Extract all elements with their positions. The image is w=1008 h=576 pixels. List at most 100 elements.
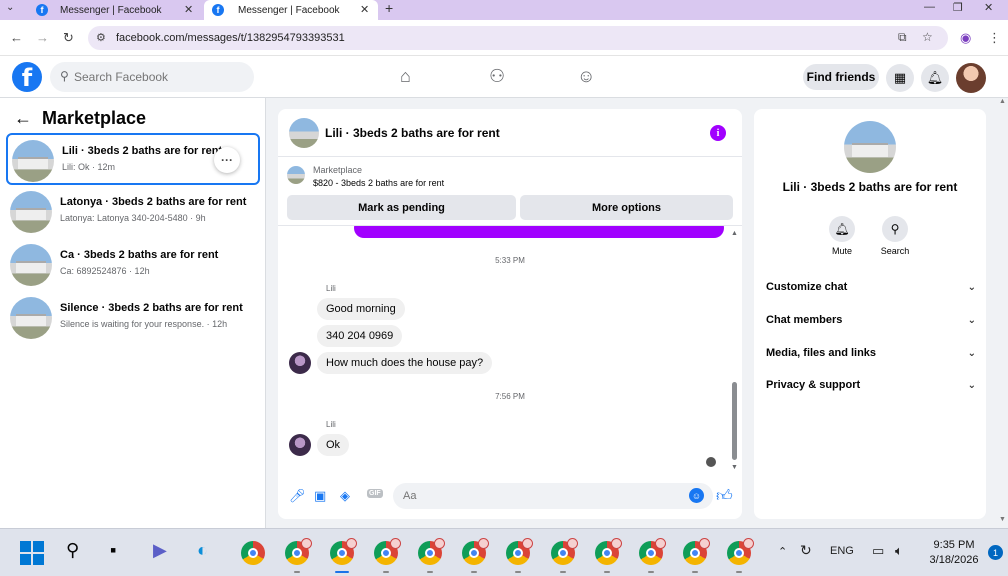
info-icon[interactable]: i — [710, 125, 726, 141]
page-scrollbar[interactable]: ▲ ▼ — [998, 98, 1008, 528]
sender-avatar[interactable] — [289, 352, 311, 374]
conversation-item[interactable]: Latonya · 3beds 2 baths are for rent Lat… — [6, 186, 260, 238]
facebook-search[interactable]: ⚲ — [50, 62, 254, 92]
chrome-profile-icon[interactable] — [462, 538, 489, 573]
emoji-icon[interactable]: ☺ — [689, 488, 704, 503]
search-input[interactable] — [74, 66, 244, 88]
chrome-profile-icon[interactable] — [374, 538, 401, 573]
thumbs-up-icon[interactable]: 👍︎ — [716, 487, 733, 506]
chrome-profile-icon[interactable] — [330, 538, 357, 573]
scroll-up-arrow-icon[interactable]: ▲ — [999, 98, 1006, 105]
chat-members-section[interactable]: Chat members ⌄ — [766, 308, 976, 332]
chevron-down-icon: ⌄ — [967, 379, 976, 391]
listing-thumbnail[interactable] — [844, 121, 896, 173]
minimize-icon[interactable]: — — [924, 1, 935, 13]
more-options-icon[interactable]: ··· — [214, 147, 240, 173]
chrome-profile-icon[interactable] — [418, 538, 445, 573]
facebook-logo-icon[interactable]: f — [12, 62, 42, 92]
chrome-profile-icon[interactable] — [285, 538, 312, 573]
home-icon[interactable]: ⌂ — [400, 66, 411, 87]
photo-icon[interactable]: ▣ — [314, 488, 326, 504]
show-hidden-icons-chevron-icon[interactable]: ⌃ — [778, 545, 787, 558]
bookmark-star-icon[interactable]: ☆ — [922, 30, 933, 44]
language-indicator[interactable]: ENG — [830, 545, 854, 557]
conversation-item[interactable]: Ca · 3beds 2 baths are for rent Ca: 6892… — [6, 239, 260, 291]
bell-icon[interactable]: 🔔︎ — [829, 216, 855, 242]
close-tab-icon[interactable]: ✕ — [360, 3, 369, 16]
volume-icon[interactable]: 🔈︎ — [895, 543, 903, 559]
privacy-support-section[interactable]: Privacy & support ⌄ — [766, 373, 976, 397]
find-friends-button[interactable]: Find friends — [803, 64, 879, 90]
received-message-bubble[interactable]: Good morning — [317, 298, 405, 320]
chrome-profile-icon[interactable] — [639, 538, 666, 573]
chrome-profile-icon[interactable] — [727, 538, 754, 573]
more-options-button[interactable]: More options — [520, 195, 733, 220]
browser-tab-2[interactable]: f Messenger | Facebook ✕ — [204, 0, 378, 20]
back-arrow-icon[interactable]: ← — [14, 108, 32, 129]
browser-menu-icon[interactable]: ⋮ — [988, 30, 1001, 46]
scroll-up-arrow-icon[interactable]: ▲ — [731, 230, 738, 237]
reload-icon[interactable]: ↻ — [63, 30, 74, 46]
chat-title[interactable]: Lili · 3beds 2 baths are for rent — [325, 126, 500, 140]
search-label: Search — [880, 246, 910, 256]
install-app-icon[interactable]: ⧉ — [898, 30, 907, 45]
mark-as-pending-button[interactable]: Mark as pending — [287, 195, 516, 220]
search-icon[interactable]: ⚲ — [882, 216, 908, 242]
close-window-icon[interactable]: ✕ — [984, 1, 993, 14]
restore-icon[interactable]: ❐ — [953, 1, 963, 14]
back-icon[interactable]: ← — [10, 30, 23, 45]
url-text[interactable]: facebook.com/messages/t/1382954793393531 — [116, 32, 345, 44]
conversation-item[interactable]: Silence · 3beds 2 baths are for rent Sil… — [6, 292, 260, 344]
sync-icon[interactable]: ↻ — [800, 542, 812, 559]
task-view-icon[interactable]: ▪ — [110, 540, 116, 561]
scroll-down-arrow-icon[interactable]: ▼ — [731, 464, 738, 471]
chrome-icon[interactable] — [241, 541, 265, 565]
network-icon[interactable]: ▭ — [872, 543, 884, 559]
close-tab-icon[interactable]: ✕ — [184, 3, 193, 16]
edge-icon[interactable]: ◐ — [197, 540, 208, 561]
conversation-item[interactable]: Lili · 3beds 2 baths are for rent Lili: … — [6, 133, 260, 185]
notification-badge[interactable]: 1 — [988, 545, 1003, 560]
customize-chat-section[interactable]: Customize chat ⌄ — [766, 275, 976, 299]
chrome-profile-icon[interactable] — [551, 538, 578, 573]
forward-icon[interactable]: → — [36, 30, 49, 45]
search-icon: ⚲ — [60, 69, 69, 83]
profile-icon[interactable]: ◉ — [960, 30, 971, 46]
chrome-profile-icon[interactable] — [506, 538, 533, 573]
account-avatar[interactable] — [956, 63, 986, 93]
system-clock[interactable]: 9:35 PM 3/18/2026 — [922, 538, 986, 568]
tab-search-icon[interactable]: ⌄ — [6, 2, 14, 13]
received-message-bubble[interactable]: How much does the house pay? — [317, 352, 493, 374]
new-tab-icon[interactable]: + — [385, 0, 393, 16]
search-icon[interactable]: ⚲ — [66, 540, 79, 561]
start-windows-icon[interactable] — [20, 541, 44, 565]
message-timestamp: 7:56 PM — [495, 392, 525, 401]
notifications-bell-icon[interactable]: 🔔︎ — [921, 64, 949, 92]
chrome-profile-icon[interactable] — [683, 538, 710, 573]
sender-avatar[interactable] — [289, 434, 311, 456]
message-input-wrapper[interactable]: ☺ — [393, 483, 713, 509]
browser-tab-1[interactable]: f Messenger | Facebook ✕ — [26, 0, 204, 20]
media-files-links-section[interactable]: Media, files and links ⌄ — [766, 341, 976, 365]
scrollbar-thumb[interactable] — [732, 382, 737, 460]
search-button[interactable]: ⚲ Search — [865, 216, 925, 256]
teams-icon[interactable]: ▶ — [153, 540, 167, 561]
gif-icon[interactable]: GIF — [367, 489, 383, 498]
thread-scrollbar[interactable]: ▲ ▼ — [731, 230, 738, 472]
friends-icon[interactable]: ⚇ — [489, 66, 505, 87]
received-message-bubble[interactable]: 340 204 0969 — [317, 325, 403, 347]
chrome-profile-icon[interactable] — [595, 538, 622, 573]
details-title: Lili · 3beds 2 baths are for rent — [782, 180, 958, 194]
groups-icon[interactable]: ☺ — [577, 66, 595, 87]
message-input[interactable] — [403, 486, 673, 506]
mute-button[interactable]: 🔔︎ Mute — [812, 216, 872, 256]
address-bar[interactable]: ⚙ facebook.com/messages/t/13829547933935… — [88, 26, 948, 50]
scroll-down-arrow-icon[interactable]: ▼ — [999, 516, 1006, 523]
menu-grid-icon[interactable]: ▦ — [886, 64, 914, 92]
chat-thumbnail[interactable] — [289, 118, 319, 148]
marketplace-listing-row[interactable]: Marketplace $820 - 3beds 2 baths are for… — [278, 158, 742, 192]
received-message-bubble[interactable]: Ok — [317, 434, 350, 456]
sticker-icon[interactable]: ◈ — [340, 488, 350, 504]
microphone-icon[interactable]: 🎤︎ — [289, 488, 306, 504]
site-settings-icon[interactable]: ⚙ — [96, 31, 106, 44]
